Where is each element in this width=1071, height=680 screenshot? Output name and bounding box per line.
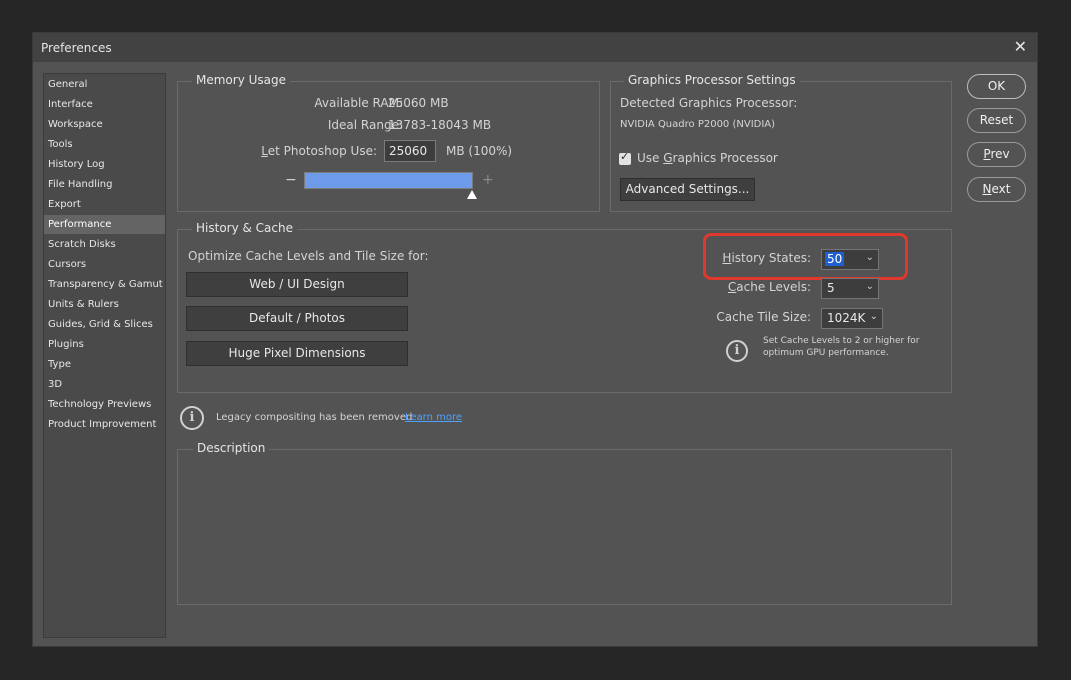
- ok-button[interactable]: OK: [967, 74, 1026, 99]
- sidebar-item-export[interactable]: Export: [44, 195, 165, 214]
- memory-usage-legend: Memory Usage: [192, 73, 291, 87]
- reset-button[interactable]: Reset: [967, 108, 1026, 133]
- cache-levels-dropdown[interactable]: 5 ⌄: [821, 278, 879, 299]
- ram-slider-fill: [305, 173, 472, 188]
- ram-slider-thumb[interactable]: [467, 190, 477, 199]
- sidebar-item-scratch-disks[interactable]: Scratch Disks: [44, 235, 165, 254]
- cache-levels-label: Cache Levels:: [727, 280, 811, 294]
- cache-tile-size-dropdown[interactable]: 1024K ⌄: [821, 308, 883, 329]
- history-cache-legend: History & Cache: [192, 221, 297, 235]
- optimize-label: Optimize Cache Levels and Tile Size for:: [188, 249, 429, 263]
- sidebar-item-tools[interactable]: Tools: [44, 135, 165, 154]
- history-states-value[interactable]: 50: [825, 252, 845, 266]
- preferences-sidebar: General Interface Workspace Tools History Lo…: [43, 73, 166, 638]
- ram-usage-unit: MB (100%): [446, 144, 513, 158]
- cache-info-text-1: Set Cache Levels to 2 or higher for: [763, 336, 920, 346]
- learn-more-link[interactable]: Learn more: [405, 412, 462, 423]
- sidebar-item-type[interactable]: Type: [44, 355, 165, 374]
- cache-tile-size-label: Cache Tile Size:: [716, 310, 811, 324]
- cache-tile-size-value: 1024K: [827, 311, 866, 325]
- sidebar-item-guides-grid-slices[interactable]: Guides, Grid & Slices: [44, 315, 165, 334]
- cache-info-text-2: optimum GPU performance.: [763, 348, 889, 358]
- huge-pixel-dimensions-button[interactable]: Huge Pixel Dimensions: [186, 341, 408, 366]
- dialog-title: Preferences: [41, 41, 112, 55]
- preferences-dialog: Preferences ✕ General Interface Workspace T…: [32, 32, 1038, 647]
- sidebar-item-units-rulers[interactable]: Units & Rulers: [44, 295, 165, 314]
- graphics-processor-legend: Graphics Processor Settings: [624, 73, 800, 87]
- next-button[interactable]: Next: [967, 177, 1026, 202]
- sidebar-item-transparency-gamut[interactable]: Transparency & Gamut: [44, 275, 165, 294]
- sidebar-item-performance[interactable]: Performance: [44, 215, 165, 234]
- default-photos-button[interactable]: Default / Photos: [186, 306, 408, 331]
- let-photoshop-use-label: Let Photoshop Use:: [261, 144, 377, 158]
- info-icon: i: [180, 406, 204, 430]
- sidebar-item-technology-previews[interactable]: Technology Previews: [44, 395, 165, 414]
- ram-minus-icon[interactable]: −: [285, 172, 297, 188]
- sidebar-item-history-log[interactable]: History Log: [44, 155, 165, 174]
- sidebar-item-workspace[interactable]: Workspace: [44, 115, 165, 134]
- chevron-down-icon: ⌄: [865, 281, 874, 292]
- checkmark-icon: ✓: [620, 150, 630, 163]
- ram-plus-icon[interactable]: +: [482, 172, 494, 188]
- use-gpu-label[interactable]: Use Graphics Processor: [637, 151, 778, 165]
- sidebar-item-cursors[interactable]: Cursors: [44, 255, 165, 274]
- close-icon[interactable]: ✕: [1014, 37, 1027, 56]
- history-states-dropdown[interactable]: 50 ⌄: [821, 249, 879, 270]
- sidebar-item-general[interactable]: General: [44, 75, 165, 94]
- legacy-compositing-text: Legacy compositing has been removed: [216, 412, 413, 423]
- prev-button[interactable]: Prev: [967, 142, 1026, 167]
- sidebar-item-product-improvement[interactable]: Product Improvement: [44, 415, 165, 434]
- chevron-down-icon: ⌄: [865, 252, 874, 263]
- advanced-settings-button[interactable]: Advanced Settings...: [620, 178, 755, 201]
- sidebar-item-interface[interactable]: Interface: [44, 95, 165, 114]
- chevron-down-icon: ⌄: [869, 311, 878, 322]
- ram-usage-input[interactable]: [384, 140, 436, 162]
- sidebar-item-plugins[interactable]: Plugins: [44, 335, 165, 354]
- available-ram-value: 25060 MB: [388, 96, 449, 110]
- sidebar-item-file-handling[interactable]: File Handling: [44, 175, 165, 194]
- detected-gpu-label: Detected Graphics Processor:: [620, 96, 798, 110]
- use-gpu-checkbox[interactable]: ✓: [619, 150, 631, 165]
- description-group: [177, 449, 952, 605]
- cache-levels-value: 5: [827, 281, 835, 295]
- sidebar-item-3d[interactable]: 3D: [44, 375, 165, 394]
- web-ui-design-button[interactable]: Web / UI Design: [186, 272, 408, 297]
- ram-slider-track[interactable]: [304, 172, 473, 189]
- info-icon: i: [726, 340, 748, 362]
- title-bar: Preferences ✕: [33, 33, 1037, 62]
- history-states-label: History States:: [722, 251, 811, 265]
- detected-gpu-value: NVIDIA Quadro P2000 (NVIDIA): [620, 119, 776, 130]
- ideal-range-value: 13783-18043 MB: [388, 118, 492, 132]
- description-legend: Description: [193, 441, 270, 455]
